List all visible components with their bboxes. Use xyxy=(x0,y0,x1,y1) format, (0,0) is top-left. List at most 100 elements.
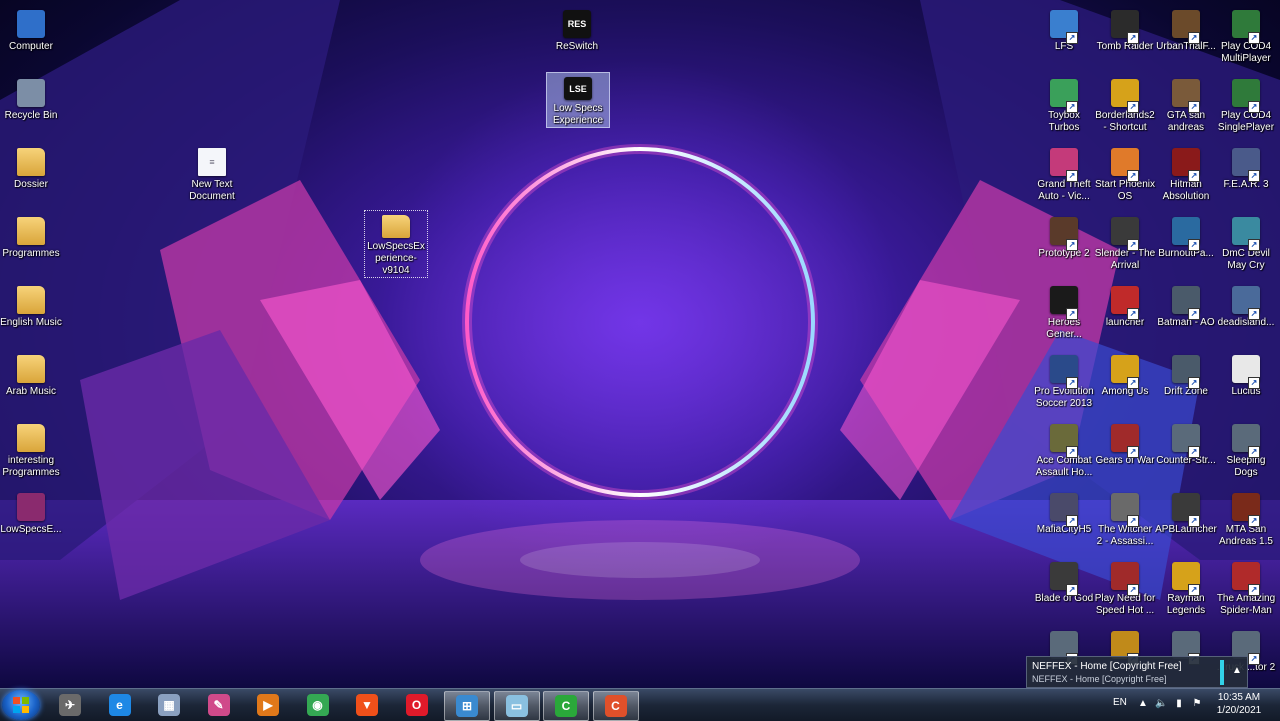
lowspecs-folder-icon-item[interactable]: LowSpecsExperience-v9104 xyxy=(364,210,428,278)
shortcut-arrow-icon: ↗ xyxy=(1127,515,1139,527)
game-shortcut-item[interactable]: ↗ Gears of War xyxy=(1094,420,1156,467)
game-shortcut-icon: ↗ xyxy=(1111,355,1139,389)
game-shortcut-icon: ↗ xyxy=(1111,217,1139,251)
desktop-icon-item[interactable]: Arab Music xyxy=(0,351,62,398)
shortcut-arrow-icon: ↗ xyxy=(1066,239,1078,251)
shortcut-arrow-icon: ↗ xyxy=(1248,446,1260,458)
game-shortcut-item[interactable]: ↗ Drift Zone xyxy=(1155,351,1217,398)
desktop-icon-label: Tomb Raider xyxy=(1096,41,1154,52)
game-shortcut-item[interactable]: ↗ DmC Devil May Cry xyxy=(1215,213,1277,272)
shortcut-arrow-icon: ↗ xyxy=(1127,446,1139,458)
desktop-icon-label: Prototype 2 xyxy=(1038,248,1090,259)
desktop-icon-label: Sleeping Dogs xyxy=(1226,455,1266,478)
taskbar-button[interactable]: ▭ xyxy=(493,691,540,721)
camtasia-green-icon: C xyxy=(555,695,577,717)
game-shortcut-item[interactable]: ↗ The Witcher 2 - Assassi... xyxy=(1094,489,1156,548)
taskbar-button[interactable]: ◉ xyxy=(296,691,340,719)
game-shortcut-item[interactable]: ↗ Toybox Turbos xyxy=(1033,75,1095,134)
shortcut-arrow-icon: ↗ xyxy=(1248,170,1260,182)
game-shortcut-item[interactable]: ↗ Rayman Legends xyxy=(1155,558,1217,617)
desktop-icon-item[interactable]: interesting Programmes xyxy=(0,420,62,479)
taskbar-button[interactable]: C xyxy=(543,691,589,721)
new-text-document-icon-item[interactable]: ≡ New Text Document xyxy=(181,144,243,203)
language-indicator[interactable]: EN xyxy=(1113,697,1127,708)
game-shortcut-item[interactable]: ↗ Play COD4 MultiPlayer xyxy=(1215,6,1277,65)
game-shortcut-item[interactable]: ↗ The Amazing Spider-Man xyxy=(1215,558,1277,617)
taskbar-button[interactable]: ▦ xyxy=(147,691,191,719)
game-shortcut-icon: ↗ xyxy=(1111,148,1139,182)
desktop-icon-label: Among Us xyxy=(1101,386,1149,397)
taskbar-button[interactable]: e xyxy=(98,691,142,719)
shortcut-arrow-icon: ↗ xyxy=(1188,239,1200,251)
game-shortcut-item[interactable]: ↗ Prototype 2 xyxy=(1033,213,1095,260)
action-center-icon[interactable]: ⚑ xyxy=(1191,698,1203,710)
desktop-icon-item[interactable]: Dossier xyxy=(0,144,62,191)
game-shortcut-icon: ↗ xyxy=(1172,562,1200,596)
game-shortcut-item[interactable]: ↗ Slender - The Arrival xyxy=(1094,213,1156,272)
shortcut-arrow-icon: ↗ xyxy=(1066,32,1078,44)
desktop-icon-item[interactable]: English Music xyxy=(0,282,62,329)
taskbar-button[interactable]: ▼ xyxy=(345,691,389,719)
game-shortcut-item[interactable]: ↗ BurnoutPa... xyxy=(1155,213,1217,260)
game-shortcut-item[interactable]: ↗ launcher xyxy=(1094,282,1156,329)
low-specs-experience-icon-item[interactable]: LSE Low Specs Experience xyxy=(546,72,610,128)
folder-icon xyxy=(17,355,45,383)
taskbar-button[interactable]: ⊞ xyxy=(444,691,490,721)
taskbar-button[interactable]: O xyxy=(395,691,439,719)
folder-icon xyxy=(17,424,45,452)
taskbar-button[interactable]: ✈ xyxy=(48,691,92,719)
desktop-window-icon: ▭ xyxy=(505,695,528,717)
camtasia-orange-icon: C xyxy=(604,695,627,717)
taskbar-button[interactable]: C xyxy=(592,691,639,721)
taskbar: ✈ e ▦ ✎ ▶ ◉ ▼ O ⊞ ▭ C C xyxy=(0,688,1280,721)
game-shortcut-item[interactable]: ↗ Hitman Absolution xyxy=(1155,144,1217,203)
desktop-icon-item[interactable]: Computer xyxy=(0,6,62,53)
start-button[interactable] xyxy=(2,690,40,720)
taskbar-button[interactable]: ▶ xyxy=(246,691,290,719)
game-shortcut-item[interactable]: ↗ Play COD4 SinglePlayer xyxy=(1215,75,1277,134)
game-shortcut-item[interactable]: ↗ APBLauncher xyxy=(1155,489,1217,536)
desktop-icon-item[interactable]: LowSpecsE... xyxy=(0,489,62,536)
game-shortcut-item[interactable]: ↗ Ace Combat Assault Ho... xyxy=(1033,420,1095,479)
media-notification-popup[interactable]: NEFFEX - Home [Copyright Free] NEFFEX - … xyxy=(1026,656,1248,688)
desktop-icon-label: Ace Combat Assault Ho... xyxy=(1035,455,1093,478)
shortcut-arrow-icon: ↗ xyxy=(1248,515,1260,527)
game-shortcut-icon: ↗ xyxy=(1232,631,1260,665)
game-shortcut-item[interactable]: ↗ Among Us xyxy=(1094,351,1156,398)
game-shortcut-item[interactable]: ↗ Tomb Raider xyxy=(1094,6,1156,53)
game-shortcut-item[interactable]: ↗ GTA san andreas xyxy=(1155,75,1217,134)
desktop-icon-label: F.E.A.R. 3 xyxy=(1223,179,1269,190)
game-shortcut-item[interactable]: ↗ Lucius xyxy=(1215,351,1277,398)
desktop-icon-label: BurnoutPa... xyxy=(1158,248,1214,259)
game-shortcut-item[interactable]: ↗ UrbanTrialF... xyxy=(1155,6,1217,53)
game-shortcut-item[interactable]: ↗ Borderlands2 - Shortcut xyxy=(1094,75,1156,134)
chevron-up-icon[interactable]: ▲ xyxy=(1232,665,1242,676)
desktop-icon-label: ReSwitch xyxy=(555,41,599,52)
game-shortcut-item[interactable]: ↗ Batman - AO xyxy=(1155,282,1217,329)
game-shortcut-item[interactable]: ↗ Sleeping Dogs xyxy=(1215,420,1277,479)
shortcut-arrow-icon: ↗ xyxy=(1066,377,1078,389)
desktop-icon-item[interactable]: Programmes xyxy=(0,213,62,260)
game-shortcut-item[interactable]: ↗ Grand Theft Auto - Vic... xyxy=(1033,144,1095,203)
network-icon[interactable]: ▮ xyxy=(1173,698,1185,710)
desktop-icon-item[interactable]: Recycle Bin xyxy=(0,75,62,122)
game-shortcut-item[interactable]: ↗ Heroes Gener... xyxy=(1033,282,1095,341)
shortcut-arrow-icon: ↗ xyxy=(1188,32,1200,44)
game-shortcut-item[interactable]: ↗ Blade of God xyxy=(1033,558,1095,605)
show-hidden-icons-icon[interactable]: ▲ xyxy=(1137,698,1149,710)
game-shortcut-item[interactable]: ↗ LFS xyxy=(1033,6,1095,53)
volume-icon[interactable]: 🔈 xyxy=(1155,698,1167,710)
game-shortcut-item[interactable]: ↗ deadisland... xyxy=(1215,282,1277,329)
game-shortcut-icon: ↗ xyxy=(1232,79,1260,113)
game-shortcut-item[interactable]: ↗ Pro Evolution Soccer 2013 xyxy=(1033,351,1095,410)
game-shortcut-item[interactable]: ↗ MTA San Andreas 1.5 xyxy=(1215,489,1277,548)
reswitch-icon-item[interactable]: RES ReSwitch xyxy=(546,6,608,53)
game-shortcut-item[interactable]: ↗ F.E.A.R. 3 xyxy=(1215,144,1277,191)
system-clock[interactable]: 10:35 AM 1/20/2021 xyxy=(1210,691,1268,717)
game-shortcut-item[interactable]: ↗ MafiaCityH5 xyxy=(1033,489,1095,536)
game-shortcut-icon: ↗ xyxy=(1050,10,1078,44)
taskbar-button[interactable]: ✎ xyxy=(197,691,241,719)
game-shortcut-item[interactable]: ↗ Play Need for Speed Hot ... xyxy=(1094,558,1156,617)
game-shortcut-item[interactable]: ↗ Counter-Str... xyxy=(1155,420,1217,467)
game-shortcut-item[interactable]: ↗ Start Phoenix OS xyxy=(1094,144,1156,203)
